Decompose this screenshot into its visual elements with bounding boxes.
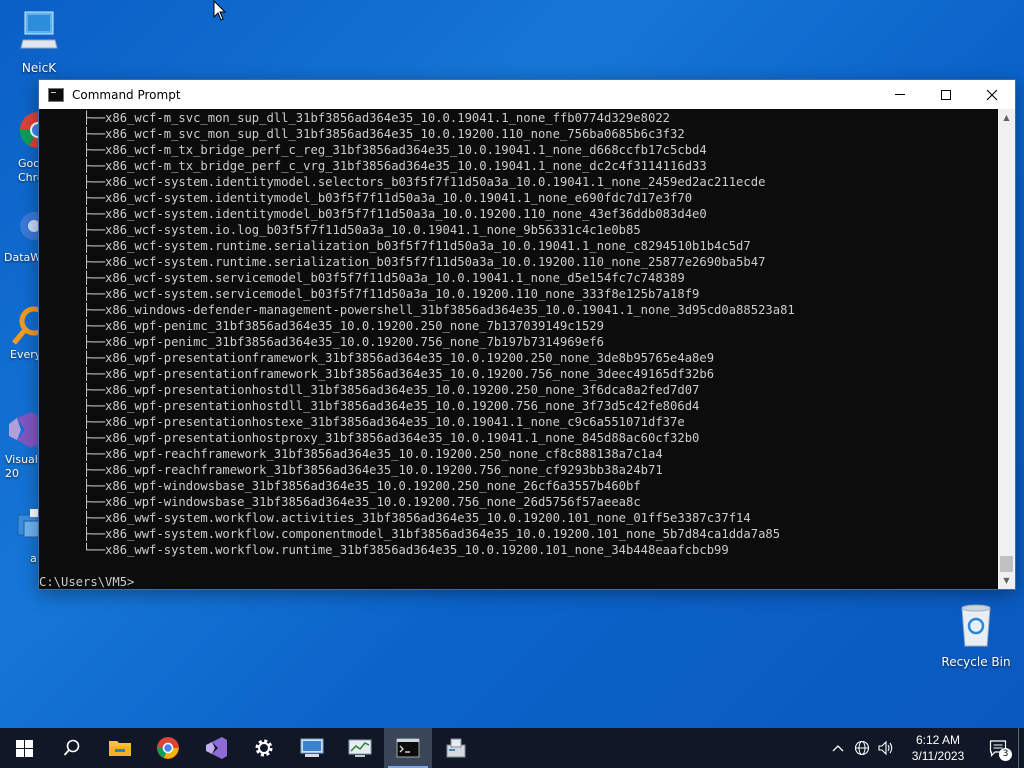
- taskbar-settings[interactable]: [240, 728, 288, 768]
- console-line: ├──x86_wpf-reachframework_31bf3856ad364e…: [39, 463, 663, 477]
- search-icon: [63, 739, 80, 756]
- visual-studio-icon: [206, 737, 227, 759]
- taskbar: 6:12 AM 3/11/2023 3: [0, 728, 1024, 768]
- search-button[interactable]: [48, 728, 96, 768]
- taskbar-server-app[interactable]: [432, 728, 480, 768]
- server-icon: [446, 738, 466, 758]
- console-line: ├──x86_wpf-presentationhostdll_31bf3856a…: [39, 399, 700, 413]
- window-titlebar[interactable]: Command Prompt: [39, 80, 1015, 109]
- datawarehouse-icon: [20, 212, 48, 240]
- recycle-bin-icon: [961, 604, 991, 647]
- console-line: ├──x86_wcf-system.identitymodel_b03f5f7f…: [39, 207, 707, 221]
- desktop-icon-datawarehouse[interactable]: DataW: [4, 208, 48, 264]
- minimize-icon: [895, 94, 905, 95]
- cmd-icon: [396, 738, 420, 758]
- taskbar-file-explorer[interactable]: [96, 728, 144, 768]
- console-line: ├──x86_wcf-system.servicemodel_b03f5f7f1…: [39, 271, 685, 285]
- desktop-icon-neick[interactable]: NeicK: [1, 10, 77, 75]
- console-line: ├──x86_wpf-windowsbase_31bf3856ad364e35_…: [39, 479, 641, 493]
- clock-date: 3/11/2023: [911, 749, 965, 763]
- scroll-down-arrow-icon[interactable]: ▼: [998, 572, 1015, 589]
- console-line: ├──x86_wcf-m_tx_bridge_perf_c_reg_31bf38…: [39, 143, 707, 157]
- desktop-icon-label: Every: [10, 348, 42, 361]
- console-line: └──x86_wwf-system.workflow.runtime_31bf3…: [39, 543, 729, 557]
- console-line: ├──x86_wwf-system.workflow.componentmode…: [39, 527, 781, 541]
- command-prompt-window[interactable]: Command Prompt ├──x86_wcf-m_svc_mon_sup_…: [38, 79, 1016, 590]
- console-line: ├──x86_wcf-m_svc_mon_sup_dll_31bf3856ad3…: [39, 111, 671, 125]
- console-line: C:\Users\VM5>: [39, 575, 135, 589]
- console-line: ├──x86_wcf-system.runtime.serialization_…: [39, 239, 751, 253]
- scroll-up-arrow-icon[interactable]: ▲: [998, 109, 1015, 126]
- console-output[interactable]: ├──x86_wcf-m_svc_mon_sup_dll_31bf3856ad3…: [39, 109, 1000, 589]
- console-line: ├──x86_wpf-penimc_31bf3856ad364e35_10.0.…: [39, 335, 604, 349]
- desktop-icon-everything[interactable]: Every: [10, 305, 49, 361]
- mouse-cursor-icon: [213, 0, 227, 21]
- taskbar-command-prompt[interactable]: [384, 728, 432, 768]
- console-line: ├──x86_wcf-system.identitymodel.selector…: [39, 175, 766, 189]
- windows-logo-icon: [15, 739, 33, 757]
- visual-studio-icon: [9, 412, 39, 448]
- volume-speaker-icon[interactable]: [874, 728, 898, 768]
- taskbar-clock[interactable]: 6:12 AM 3/11/2023: [898, 732, 978, 764]
- console-line: ├──x86_wpf-presentationframework_31bf385…: [39, 367, 715, 381]
- network-globe-icon[interactable]: [850, 728, 874, 768]
- maximize-button[interactable]: [923, 80, 969, 109]
- console-line: ├──x86_wcf-m_tx_bridge_perf_c_vrg_31bf38…: [39, 159, 707, 173]
- close-button[interactable]: [969, 80, 1015, 109]
- scrollbar-thumb[interactable]: [1000, 556, 1013, 572]
- search-magnifier-icon: [12, 306, 49, 345]
- taskbar-chrome[interactable]: [144, 728, 192, 768]
- console-line: ├──x86_wcf-system.io.log_b03f5f7f11d50a3…: [39, 223, 641, 237]
- show-hidden-icons-chevron-up-icon[interactable]: [826, 728, 850, 768]
- minimize-button[interactable]: [877, 80, 923, 109]
- console-line: ├──x86_wcf-system.runtime.serialization_…: [39, 255, 766, 269]
- maximize-icon: [941, 89, 951, 100]
- action-center-button[interactable]: 3: [978, 728, 1018, 768]
- start-button[interactable]: [0, 728, 48, 768]
- cmd-icon: [48, 87, 64, 102]
- notification-count-badge: 3: [999, 748, 1012, 761]
- chrome-icon: [157, 737, 179, 759]
- console-line: ├──x86_wpf-penimc_31bf3856ad364e35_10.0.…: [39, 319, 604, 333]
- performance-monitor-icon: [348, 739, 372, 757]
- chrome-icon: [19, 112, 56, 148]
- console-line: ├──x86_wcf-system.identitymodel_b03f5f7f…: [39, 191, 693, 205]
- close-icon: [986, 89, 998, 100]
- desktop-icon-label: Recycle Bin: [941, 655, 1011, 669]
- console-line: ├──x86_windows-defender-management-power…: [39, 303, 795, 317]
- gear-icon: [255, 739, 273, 757]
- console-line: ├──x86_wpf-windowsbase_31bf3856ad364e35_…: [39, 495, 641, 509]
- console-line: ├──x86_wpf-reachframework_31bf3856ad364e…: [39, 447, 663, 461]
- network-computer-icon: [300, 738, 324, 757]
- system-tray: 6:12 AM 3/11/2023 3: [826, 728, 1024, 768]
- clock-time: 6:12 AM: [915, 733, 961, 747]
- console-line: ├──x86_wpf-presentationhostproxy_31bf385…: [39, 431, 700, 445]
- console-line: ├──x86_wpf-presentationframework_31bf385…: [39, 351, 715, 365]
- taskbar-network-app[interactable]: [288, 728, 336, 768]
- taskbar-performance-monitor[interactable]: [336, 728, 384, 768]
- desktop-icon-recycle-bin[interactable]: Recycle Bin: [936, 602, 1016, 669]
- folder-icon: [109, 741, 131, 756]
- window-title: Command Prompt: [72, 87, 181, 102]
- console-line: ├──x86_wwf-system.workflow.activities_31…: [39, 511, 751, 525]
- computer-icon: [20, 11, 58, 49]
- console-line: ├──x86_wcf-m_svc_mon_sup_dll_31bf3856ad3…: [39, 127, 685, 141]
- show-desktop-button[interactable]: [1018, 728, 1024, 768]
- desktop-icon-chrome[interactable]: Goo Chro: [14, 110, 56, 185]
- desktop-icon-label: NeicK: [21, 61, 57, 75]
- console-line: ├──x86_wpf-presentationhostexe_31bf3856a…: [39, 415, 685, 429]
- vertical-scrollbar[interactable]: ▲ ▼: [998, 109, 1015, 589]
- console-line: ├──x86_wpf-presentationhostdll_31bf3856a…: [39, 383, 700, 397]
- taskbar-visual-studio[interactable]: [192, 728, 240, 768]
- desktop-icon-label: DataW: [4, 251, 42, 264]
- console-line: ├──x86_wcf-system.servicemodel_b03f5f7f1…: [39, 287, 700, 301]
